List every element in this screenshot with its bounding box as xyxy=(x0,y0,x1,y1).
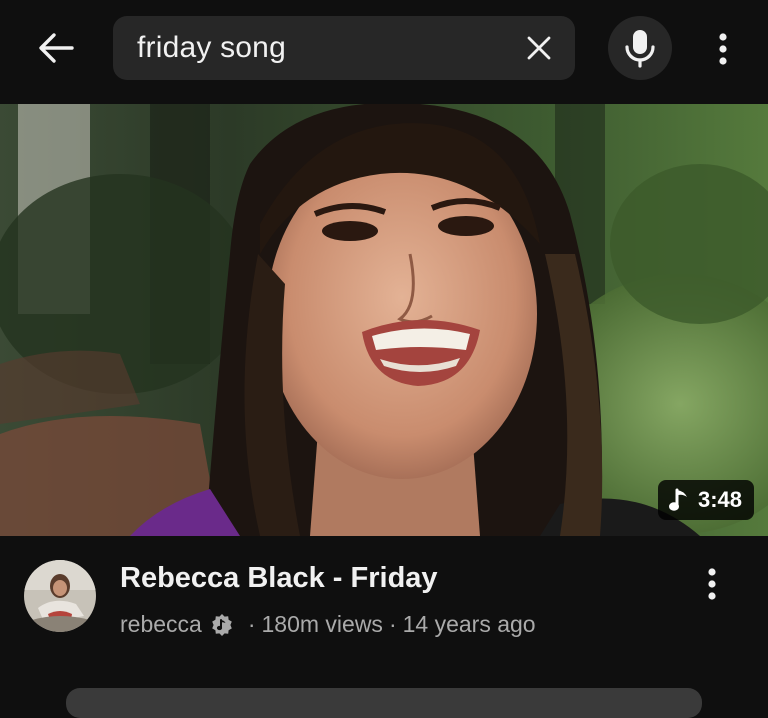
avatar-image xyxy=(24,560,96,632)
duration-text: 3:48 xyxy=(697,487,742,512)
separator-dot: · xyxy=(388,611,397,637)
video-thumbnail[interactable]: 3:48 xyxy=(0,104,768,536)
music-note-icon xyxy=(668,488,687,511)
microphone-icon xyxy=(625,30,655,68)
close-icon xyxy=(527,36,551,60)
arrow-left-icon xyxy=(39,33,74,63)
video-title[interactable]: Rebecca Black - Friday xyxy=(120,562,438,595)
video-more-options-button[interactable] xyxy=(690,562,734,606)
more-vertical-icon xyxy=(719,33,727,65)
search-box[interactable]: friday song xyxy=(113,16,575,80)
video-subtitle: rebecca · 180m views · 14 years ago xyxy=(120,611,536,638)
top-bar: friday song xyxy=(0,0,768,104)
upload-age: 14 years ago xyxy=(402,611,536,637)
next-result-card[interactable] xyxy=(66,688,702,718)
search-input[interactable]: friday song xyxy=(137,16,286,80)
voice-search-button[interactable] xyxy=(608,16,672,80)
channel-avatar[interactable] xyxy=(24,560,96,632)
back-button[interactable] xyxy=(26,24,86,72)
view-count: 180m views xyxy=(261,611,383,637)
channel-name[interactable]: rebecca xyxy=(120,611,202,638)
clear-search-button[interactable] xyxy=(521,30,557,66)
verified-artist-icon xyxy=(210,613,234,637)
separator-dot: · xyxy=(247,611,256,637)
thumbnail-image xyxy=(0,104,768,536)
more-vertical-icon xyxy=(708,568,716,600)
more-options-button[interactable] xyxy=(700,26,746,72)
video-meta: Rebecca Black - Friday rebecca · 180m vi… xyxy=(0,536,768,698)
duration-badge: 3:48 xyxy=(657,480,754,520)
